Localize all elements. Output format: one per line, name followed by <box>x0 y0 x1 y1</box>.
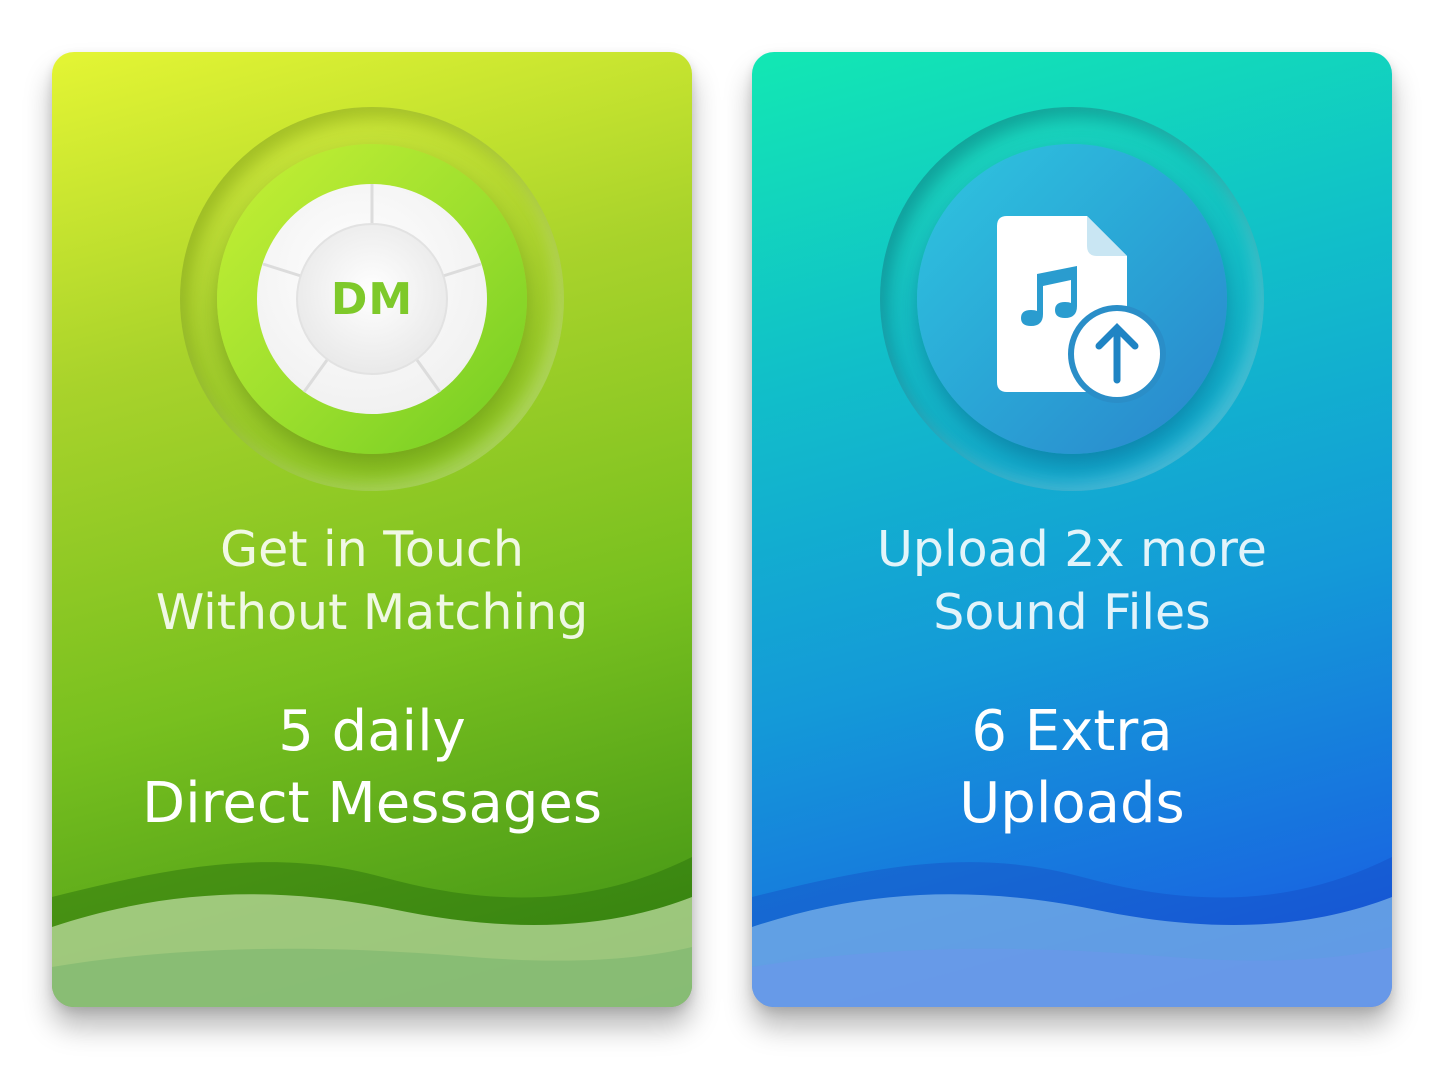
card-wave-decoration <box>52 857 692 1007</box>
card-wave-decoration <box>752 857 1392 1007</box>
music-file-upload-icon <box>997 216 1166 403</box>
badge-ring: DM <box>180 107 564 491</box>
dm-value-line2: Direct Messages <box>141 771 603 836</box>
dm-feature-card[interactable]: DM Get in Touch Without Matching 5 daily… <box>52 52 692 1007</box>
dm-badge-icon: DM <box>257 184 487 414</box>
dm-badge-label: DM <box>330 273 414 325</box>
upload-feature-card[interactable]: Upload 2x more Sound Files 6 Extra Uploa… <box>752 52 1392 1007</box>
badge-disc: DM <box>217 144 527 454</box>
dm-value-line1: 5 daily <box>278 699 466 764</box>
badge-disc <box>917 144 1227 454</box>
upload-value-line2: Uploads <box>959 771 1185 836</box>
badge-ring <box>880 107 1264 491</box>
dm-headline-line2: Without Matching <box>155 584 589 641</box>
dm-headline: Get in Touch Without Matching <box>52 518 692 644</box>
dm-headline-line1: Get in Touch <box>220 521 524 578</box>
upload-headline-line2: Sound Files <box>933 584 1211 641</box>
upload-value: 6 Extra Uploads <box>752 696 1392 840</box>
dm-value: 5 daily Direct Messages <box>52 696 692 840</box>
feature-cards: DM Get in Touch Without Matching 5 daily… <box>0 0 1456 1072</box>
upload-value-line1: 6 Extra <box>971 699 1173 764</box>
upload-headline: Upload 2x more Sound Files <box>752 518 1392 644</box>
upload-headline-line1: Upload 2x more <box>877 521 1267 578</box>
